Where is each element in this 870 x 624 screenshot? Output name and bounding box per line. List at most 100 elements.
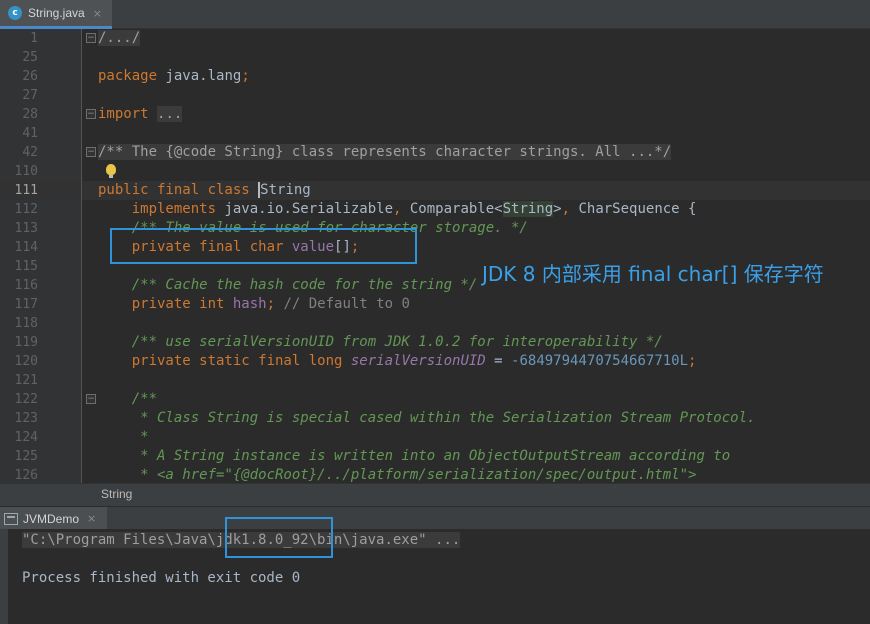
run-tool-window-header: JVMDemo × xyxy=(0,506,870,530)
line-number: 28 xyxy=(22,107,38,122)
code-line[interactable]: 124 * xyxy=(0,428,870,447)
code-text: * A String instance is written into an O… xyxy=(98,447,730,466)
line-number: 41 xyxy=(22,126,38,141)
code-line[interactable]: 126 * <a href="{@docRoot}/../platform/se… xyxy=(0,466,870,483)
code-token: , xyxy=(561,201,579,217)
line-number: 111 xyxy=(14,183,38,198)
code-line[interactable]: 120 private static final long serialVers… xyxy=(0,352,870,371)
code-token: public final class xyxy=(98,182,259,198)
line-number: 121 xyxy=(14,373,38,388)
code-line[interactable]: 111 public final class String xyxy=(0,181,870,200)
line-number: 116 xyxy=(14,278,38,293)
cmd-path-prefix: "C:\Program Files\Java\ xyxy=(22,532,216,548)
fold-gutter-divider xyxy=(81,29,82,483)
editor-tab-bar: c String.java × xyxy=(0,0,870,29)
line-number: 126 xyxy=(14,468,38,483)
code-line[interactable]: 123 * Class String is special cased with… xyxy=(0,409,870,428)
code-line[interactable]: 117 private int hash; // Default to 0 xyxy=(0,295,870,314)
code-line[interactable]: 42 −/** The {@code String} class represen… xyxy=(0,143,870,162)
fold-toggle-icon[interactable]: − xyxy=(86,33,96,43)
code-text: * Class String is special cased within t… xyxy=(98,409,755,428)
code-line[interactable]: 27 xyxy=(0,86,870,105)
line-number: 25 xyxy=(22,50,38,65)
fold-toggle-icon[interactable]: − xyxy=(86,394,96,404)
breadcrumb-item-string[interactable]: String xyxy=(101,487,132,501)
run-tab-jvmdemo[interactable]: JVMDemo × xyxy=(0,507,107,530)
code-token: /** xyxy=(98,391,158,407)
code-text: /** Cache the hash code for the string *… xyxy=(98,276,478,295)
line-number: 118 xyxy=(14,316,38,331)
code-token: * A String instance is written into an O… xyxy=(98,448,731,464)
code-token: java.lang xyxy=(157,68,242,84)
code-token: /** use serialVersionUID from JDK 1.0.2 … xyxy=(98,334,663,350)
code-token: * xyxy=(98,429,149,445)
code-text: * <a href="{@docRoot}/../platform/serial… xyxy=(98,466,696,483)
code-line[interactable]: 119 /** use serialVersionUID from JDK 1.… xyxy=(0,333,870,352)
code-token: serialVersionUID xyxy=(350,353,486,369)
tab-title: String.java xyxy=(28,6,85,20)
code-line[interactable]: 1 −/.../ xyxy=(0,29,870,48)
code-token: , xyxy=(393,201,410,217)
fold-toggle-icon[interactable]: − xyxy=(86,109,96,119)
line-number: 1 xyxy=(30,31,38,46)
code-text: /** xyxy=(98,390,157,409)
line-number: 117 xyxy=(14,297,38,312)
code-text: /** use serialVersionUID from JDK 1.0.2 … xyxy=(98,333,663,352)
lightbulb-icon[interactable] xyxy=(106,164,116,178)
code-line[interactable]: 125 * A String instance is written into … xyxy=(0,447,870,466)
line-number: 115 xyxy=(14,259,38,274)
code-line[interactable]: 25 xyxy=(0,48,870,67)
line-number: 124 xyxy=(14,430,38,445)
code-text: package java.lang; xyxy=(98,67,250,86)
close-icon[interactable]: × xyxy=(93,7,102,20)
code-token: package xyxy=(98,68,158,84)
code-token: implements xyxy=(98,201,225,217)
line-number: 114 xyxy=(14,240,38,255)
code-token: ; xyxy=(688,353,697,369)
annotation-box-jdk-version xyxy=(225,517,333,558)
code-line[interactable]: 112 implements java.io.Serializable, Com… xyxy=(0,200,870,219)
line-number: 122 xyxy=(14,392,38,407)
run-console[interactable]: "C:\Program Files\Java\jdk1.8.0_92\bin\j… xyxy=(0,529,870,624)
code-text: /.../ xyxy=(98,29,141,48)
code-token: private static final long xyxy=(98,353,351,369)
code-token: > xyxy=(553,201,562,217)
line-number: 113 xyxy=(14,221,38,236)
code-line[interactable]: 118 xyxy=(0,314,870,333)
code-text: private static final long serialVersionU… xyxy=(98,352,697,371)
line-number: 27 xyxy=(22,88,38,103)
console-toolbar xyxy=(0,529,8,624)
fold-toggle-icon[interactable]: − xyxy=(86,147,96,157)
code-token: ; xyxy=(266,296,284,312)
code-line[interactable]: 121 xyxy=(0,371,870,390)
code-token: * <a href="{@docRoot}/../platform/serial… xyxy=(98,467,697,483)
code-line[interactable]: 122 − /** xyxy=(0,390,870,409)
code-token: /** The {@code String} class represents … xyxy=(98,144,672,160)
run-console-icon xyxy=(4,512,18,525)
code-token: /.../ xyxy=(98,30,141,46)
code-text: * xyxy=(98,428,149,447)
code-token: CharSequence { xyxy=(578,201,697,217)
line-number: 26 xyxy=(22,69,38,84)
annotation-text: JDK 8 内部采用 final char[] 保存字符 xyxy=(482,262,824,286)
code-line[interactable]: 26 package java.lang; xyxy=(0,67,870,86)
code-token: = xyxy=(485,353,512,369)
code-line[interactable]: 41 xyxy=(0,124,870,143)
tab-string-java[interactable]: c String.java × xyxy=(0,0,112,29)
code-token: String xyxy=(502,201,554,217)
code-token: Comparable< xyxy=(409,201,503,217)
line-number: 119 xyxy=(14,335,38,350)
code-line[interactable]: 110 xyxy=(0,162,870,181)
close-icon[interactable]: × xyxy=(87,512,96,525)
code-token: // Default to 0 xyxy=(283,296,410,312)
line-number: 42 xyxy=(22,145,38,160)
line-number: 123 xyxy=(14,411,38,426)
code-token: import xyxy=(98,106,149,122)
line-number: 120 xyxy=(14,354,38,369)
code-line[interactable]: 28 − import ... xyxy=(0,105,870,124)
code-text: private int hash; // Default to 0 xyxy=(98,295,410,314)
code-token: hash xyxy=(232,296,267,312)
code-token: java.io.Serializable xyxy=(224,201,394,217)
line-number: 112 xyxy=(14,202,38,217)
